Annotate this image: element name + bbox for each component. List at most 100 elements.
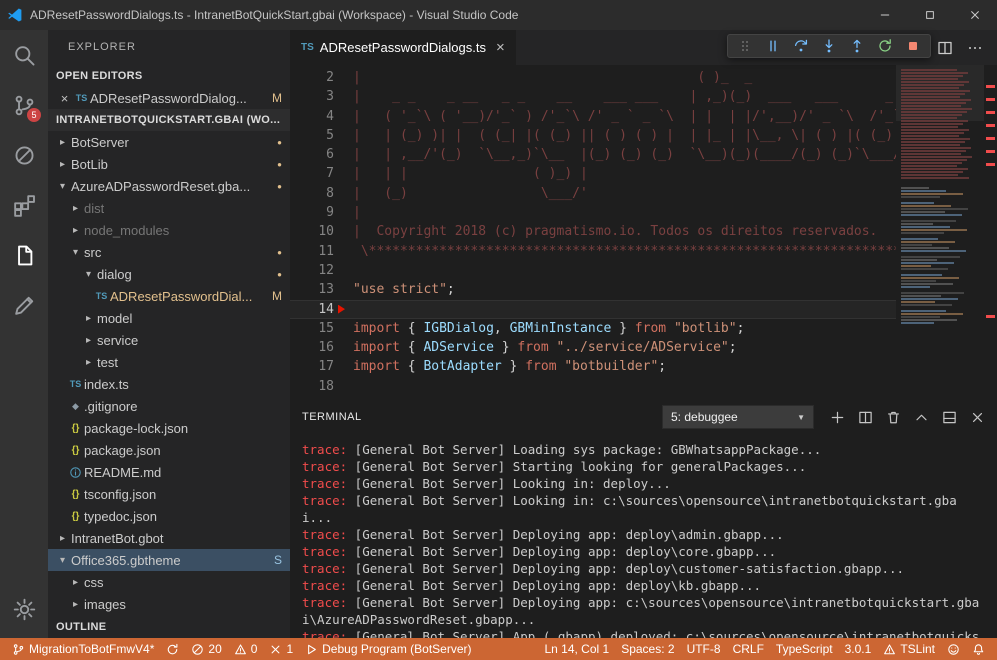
debug-icon[interactable] (0, 130, 48, 180)
tree-item[interactable]: ▸IntranetBot.gbot (48, 527, 290, 549)
tree-item[interactable]: ▾Office365.gbthemeS (48, 549, 290, 571)
code-line[interactable]: 5| | (_) )| | ( (_| |( (_) || ( ) ( ) | … (290, 126, 896, 145)
tslint-status[interactable]: TSLint (877, 638, 941, 660)
pause-icon[interactable] (765, 38, 781, 54)
code-line[interactable]: 13"use strict"; (290, 280, 896, 299)
line-number: 8 (290, 184, 334, 203)
feedback-smiley[interactable] (941, 638, 966, 660)
edit-icon[interactable] (0, 280, 48, 330)
code-line[interactable]: 2| ( )_ _ | (290, 68, 896, 87)
code-line[interactable]: 14 (290, 300, 896, 319)
tree-item[interactable]: {}tsconfig.json (48, 483, 290, 505)
close-icon[interactable] (970, 410, 985, 425)
minimap[interactable] (896, 65, 984, 400)
chevron-up-icon[interactable] (914, 410, 929, 425)
notifications-bell[interactable] (966, 638, 991, 660)
status-label: Ln 14, Col 1 (544, 642, 609, 656)
terminal-output[interactable]: trace: [General Bot Server] Loading sys … (290, 434, 997, 638)
terminal-tab[interactable]: TERMINAL (302, 411, 362, 423)
eol[interactable]: CRLF (727, 638, 770, 660)
split-editor-icon[interactable] (937, 40, 953, 56)
more-actions-icon[interactable] (967, 40, 983, 56)
tree-item[interactable]: ▸BotLib● (48, 153, 290, 175)
code-line[interactable]: 6| | ,__/'(_) `\__,_)`\__ |(_) (_) (_) `… (290, 145, 896, 164)
restart-icon[interactable] (877, 38, 893, 54)
maximize-icon[interactable] (907, 0, 952, 30)
tree-item[interactable]: ▸images (48, 593, 290, 615)
sync-button[interactable] (160, 638, 185, 660)
step-over-icon[interactable] (793, 38, 809, 54)
tree-item[interactable]: ▾dialog● (48, 263, 290, 285)
problems-errors[interactable]: 20 (185, 638, 227, 660)
extensions-icon[interactable] (0, 180, 48, 230)
code-line[interactable]: 3| _ _ _ __ _ _ __ ___ ___ | ,_)(_) ___ … (290, 87, 896, 106)
encoding[interactable]: UTF-8 (681, 638, 727, 660)
tree-item[interactable]: ▸css (48, 571, 290, 593)
tab-label: ADResetPasswordDialogs.ts (320, 40, 486, 55)
step-out-icon[interactable] (849, 38, 865, 54)
code-line[interactable]: 12 (290, 261, 896, 280)
debug-program[interactable]: Debug Program (BotServer) (299, 638, 477, 660)
gripper-icon[interactable] (737, 38, 753, 54)
code-area[interactable]: 2| ( )_ _ |3| _ _ _ __ _ _ __ ___ ___ | … (290, 65, 896, 400)
tree-item[interactable]: {}typedoc.json (48, 505, 290, 527)
minimize-icon[interactable] (862, 0, 907, 30)
tree-item[interactable]: TSindex.ts (48, 373, 290, 395)
step-into-icon[interactable] (821, 38, 837, 54)
version[interactable]: 3.0.1 (839, 638, 878, 660)
terminal-selector[interactable]: 5: debuggee ▼ (662, 405, 814, 429)
language-mode[interactable]: TypeScript (770, 638, 839, 660)
code-line[interactable]: 11 \************************************… (290, 242, 896, 261)
search-icon[interactable] (0, 30, 48, 80)
tree-item[interactable]: README.md (48, 461, 290, 483)
terminal-line: trace: [General Bot Server] Deploying ap… (302, 543, 985, 560)
outline-header[interactable]: OUTLINE (48, 616, 290, 638)
tree-item[interactable]: ▾src● (48, 241, 290, 263)
gear-icon[interactable] (0, 584, 48, 634)
split-icon[interactable] (858, 410, 873, 425)
close-icon[interactable]: × (496, 39, 505, 56)
code-line[interactable]: 4| ( '_`\ ( '__)/'_` ) /'_`\ /' _ ` _ `\… (290, 107, 896, 126)
code-line[interactable]: 17import { BotAdapter } from "botbuilder… (290, 357, 896, 376)
source-control-icon[interactable]: 5 (0, 80, 48, 130)
close-icon[interactable]: × (56, 91, 73, 106)
trash-icon[interactable] (886, 410, 901, 425)
indentation[interactable]: Spaces: 2 (615, 638, 680, 660)
problems-warnings[interactable]: 0 (228, 638, 264, 660)
tree-item[interactable]: ▸service (48, 329, 290, 351)
panel-icon[interactable] (942, 410, 957, 425)
code-line[interactable]: 9| | (290, 203, 896, 222)
open-editors-list: ×TSADResetPasswordDialog...M (48, 87, 290, 109)
open-editor-item[interactable]: ×TSADResetPasswordDialog...M (48, 87, 290, 109)
tree-item[interactable]: ▸node_modules (48, 219, 290, 241)
tree-item[interactable]: ▸model (48, 307, 290, 329)
add-icon[interactable] (830, 410, 845, 425)
close-window-icon[interactable] (952, 0, 997, 30)
stop-icon[interactable] (905, 38, 921, 54)
trace-label: trace: (302, 595, 347, 610)
tree-item[interactable]: {}package-lock.json (48, 417, 290, 439)
tree-item[interactable]: ▸BotServer● (48, 131, 290, 153)
open-editors-header[interactable]: OPEN EDITORS (48, 65, 290, 87)
code-line[interactable]: 15import { IGBDialog, GBMinInstance } fr… (290, 319, 896, 338)
code-line[interactable]: 7| | | ( )_) | | (290, 164, 896, 183)
workspace-header[interactable]: INTRANETBOTQUICKSTART.GBAI (WO... (48, 109, 290, 131)
code-line[interactable]: 8| (_) \___/' | (290, 184, 896, 203)
code-line[interactable]: 10| Copyright 2018 (c) pragmatismo.io. T… (290, 222, 896, 241)
tree-item[interactable]: {}package.json (48, 439, 290, 461)
branch-indicator[interactable]: MigrationToBotFmwV4* (6, 638, 160, 660)
code-line[interactable]: 16import { ADService } from "../service/… (290, 338, 896, 357)
counter-x[interactable]: 1 (263, 638, 299, 660)
tree-item[interactable]: ◆.gitignore (48, 395, 290, 417)
bottom-panel: TERMINAL 5: debuggee ▼ trace: [General B… (290, 400, 997, 638)
tree-item[interactable]: ▾AzureADPasswordReset.gba...● (48, 175, 290, 197)
code-line[interactable]: 18 (290, 377, 896, 396)
tree-item[interactable]: ▸test (48, 351, 290, 373)
file-name: ADResetPasswordDialog... (90, 91, 247, 106)
files-icon[interactable] (0, 230, 48, 280)
tree-item[interactable]: ▸dist (48, 197, 290, 219)
editor-tab[interactable]: TS ADResetPasswordDialogs.ts × (290, 30, 516, 65)
tree-item[interactable]: TSADResetPasswordDial...M (48, 285, 290, 307)
cursor-position[interactable]: Ln 14, Col 1 (538, 638, 615, 660)
terminal-line: trace: [General Bot Server] Looking in: … (302, 475, 985, 492)
